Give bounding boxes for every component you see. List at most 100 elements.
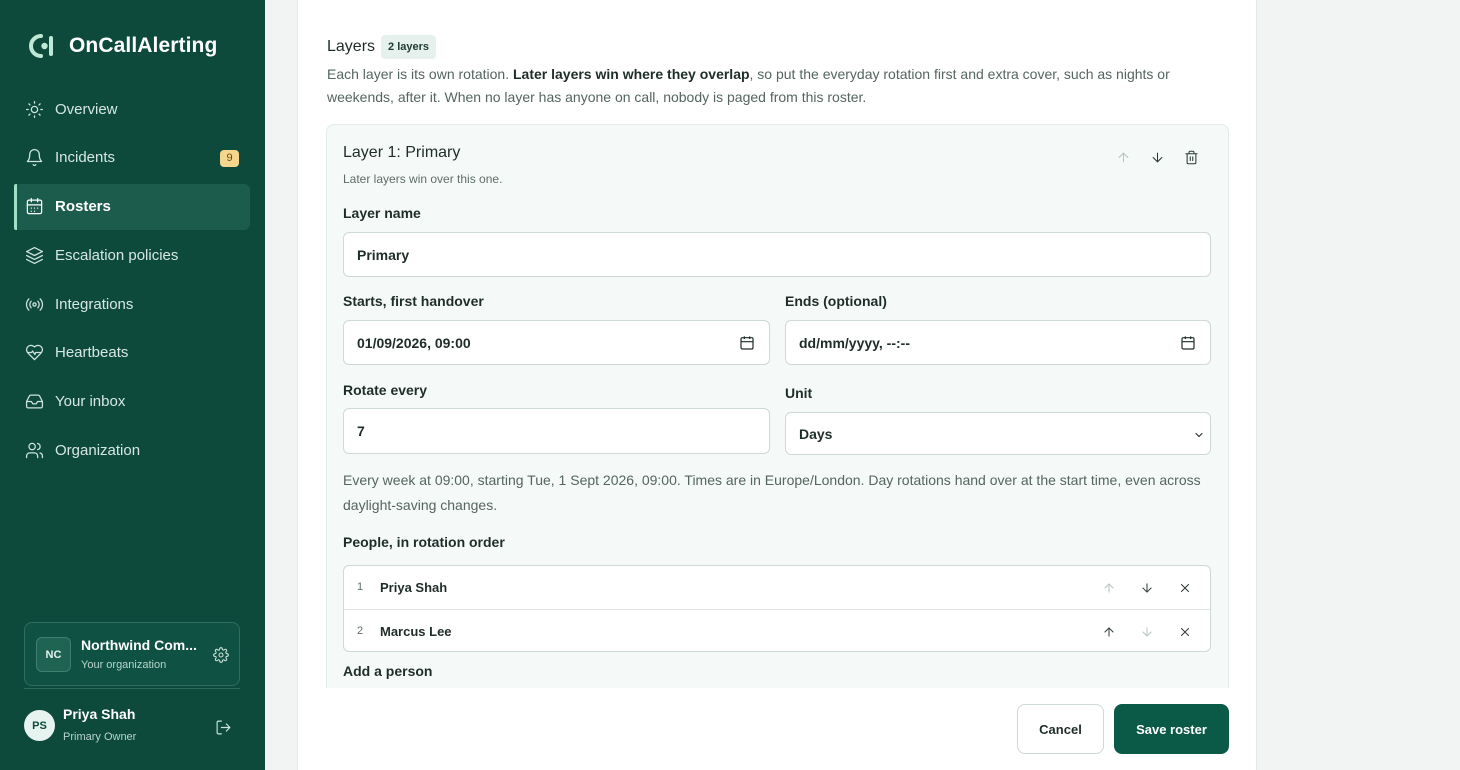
- person-order: 1: [357, 581, 364, 593]
- sidebar-item-overview[interactable]: Overview: [14, 86, 250, 132]
- layer-name-label: Layer name: [343, 205, 421, 221]
- sidebar-item-label: Overview: [55, 100, 118, 118]
- arrow-down-icon: [1152, 152, 1162, 162]
- arrow-up-icon: [1104, 626, 1114, 637]
- ends-value: dd/mm/yyyy, --:--: [799, 334, 910, 351]
- calendar-picker-icon[interactable]: [739, 335, 755, 351]
- people-list: 1 Priya Shah 2 Marcus Lee: [343, 565, 1211, 652]
- person-name: Marcus Lee: [380, 624, 452, 639]
- layer-heading: Layer 1: Primary: [343, 144, 461, 161]
- organization-switcher[interactable]: NC Northwind Com... Your organization: [24, 622, 240, 686]
- org-name: Northwind Com...: [81, 637, 197, 653]
- calendar-picker-icon[interactable]: [1180, 335, 1196, 351]
- move-person-up-button[interactable]: [1090, 578, 1128, 597]
- list-item: 2 Marcus Lee: [344, 609, 1210, 651]
- roster-editor-panel: Layers 2 layers Each layer is its own ro…: [297, 0, 1257, 770]
- sidebar-nav: Overview Incidents 9 Rosters Escalation …: [14, 86, 250, 476]
- brand[interactable]: OnCallAlerting: [24, 30, 217, 62]
- close-icon: [1181, 627, 1189, 636]
- rotation-summary: Every week at 09:00, starting Tue, 1 Sep…: [343, 472, 1201, 513]
- starts-label: Starts, first handover: [343, 293, 484, 309]
- layers-count-badge: 2 layers: [381, 35, 437, 59]
- layers-icon: [24, 245, 44, 265]
- sidebar-item-organization[interactable]: Organization: [14, 428, 250, 474]
- broadcast-icon: [24, 294, 44, 314]
- cancel-button[interactable]: Cancel: [1017, 704, 1104, 754]
- sidebar-item-label: Escalation policies: [55, 246, 179, 264]
- close-icon: [1181, 583, 1189, 592]
- intro-emphasis: Later layers win where they overlap: [512, 66, 750, 82]
- move-layer-down-button[interactable]: [1140, 147, 1174, 167]
- arrow-down-icon: [1142, 626, 1152, 637]
- layer-subheading: Later layers win over this one.: [343, 172, 503, 186]
- user-name: Priya Shah: [63, 706, 136, 722]
- arrow-up-icon: [1118, 152, 1128, 162]
- sidebar-item-escalation-policies[interactable]: Escalation policies: [14, 232, 250, 278]
- arrow-up-icon: [1104, 582, 1114, 593]
- delete-layer-button[interactable]: [1174, 147, 1208, 167]
- calendar-icon: [24, 197, 44, 217]
- org-subtitle: Your organization: [81, 659, 167, 671]
- add-person-label: Add a person: [343, 663, 433, 679]
- sidebar-item-your-inbox[interactable]: Your inbox: [14, 379, 250, 425]
- unit-value: Days: [799, 425, 833, 442]
- chevron-down-icon: [1193, 428, 1205, 440]
- person-actions: [1090, 578, 1204, 597]
- person-order: 2: [357, 625, 364, 637]
- sidebar-item-rosters[interactable]: Rosters: [14, 183, 250, 230]
- sidebar-item-label: Organization: [55, 442, 141, 460]
- gear-icon[interactable]: [213, 647, 229, 663]
- remove-person-button[interactable]: [1166, 578, 1204, 597]
- unit-select[interactable]: Days: [785, 412, 1211, 455]
- rotate-every-label: Rotate every: [343, 382, 428, 398]
- app-name: OnCallAlerting: [69, 34, 218, 57]
- ends-label: Ends (optional): [785, 293, 887, 309]
- move-person-up-button[interactable]: [1090, 622, 1128, 641]
- bell-icon: [24, 148, 44, 168]
- sidebar-item-label: Rosters: [55, 198, 111, 216]
- move-person-down-button[interactable]: [1128, 622, 1166, 641]
- app-logo-icon: [24, 31, 58, 61]
- rotate-every-input[interactable]: 7: [343, 408, 770, 454]
- sidebar-item-integrations[interactable]: Integrations: [14, 281, 250, 327]
- org-avatar: NC: [36, 637, 71, 672]
- layers-header: Layers 2 layers: [327, 35, 437, 59]
- heart-pulse-icon: [24, 343, 44, 363]
- layer-name-input[interactable]: Primary: [343, 232, 1211, 277]
- intro-text: Each layer is its own rotation.: [327, 66, 513, 82]
- sidebar-item-label: Heartbeats: [55, 344, 129, 362]
- person-actions: [1090, 622, 1204, 641]
- layer-name-value: Primary: [357, 246, 410, 263]
- user-role: Primary Owner: [63, 731, 137, 743]
- incident-count-badge: 9: [220, 149, 239, 167]
- sidebar-item-label: Integrations: [55, 295, 134, 313]
- move-layer-up-button[interactable]: [1106, 147, 1140, 167]
- list-item: 1 Priya Shah: [344, 566, 1210, 609]
- layers-title: Layers: [327, 38, 376, 55]
- people-label: People, in rotation order: [343, 534, 505, 550]
- sidebar: OnCallAlerting Overview Incidents 9 Rost…: [0, 0, 265, 770]
- layer-actions: [1106, 147, 1208, 167]
- logout-icon[interactable]: [215, 719, 232, 736]
- save-roster-button[interactable]: Save roster: [1114, 704, 1229, 754]
- arrow-down-icon: [1142, 582, 1152, 593]
- rotate-every-value: 7: [357, 423, 365, 439]
- sidebar-divider: [24, 688, 240, 689]
- sidebar-item-incidents[interactable]: Incidents 9: [14, 135, 250, 181]
- inbox-icon: [24, 392, 44, 412]
- ends-datetime-input[interactable]: dd/mm/yyyy, --:--: [785, 320, 1211, 365]
- starts-value: 01/09/2026, 09:00: [357, 334, 471, 351]
- remove-person-button[interactable]: [1166, 622, 1204, 641]
- sidebar-item-label: Incidents: [55, 149, 116, 167]
- starts-datetime-input[interactable]: 01/09/2026, 09:00: [343, 320, 770, 365]
- avatar: PS: [24, 710, 55, 741]
- move-person-down-button[interactable]: [1128, 578, 1166, 597]
- sun-icon: [24, 99, 44, 119]
- layer-card: Layer 1: Primary Later layers win over t…: [326, 124, 1229, 688]
- trash-icon: [1184, 150, 1198, 164]
- user-profile[interactable]: PS Priya Shah Primary Owner: [24, 704, 240, 748]
- users-icon: [24, 441, 44, 461]
- person-name: Priya Shah: [380, 580, 448, 595]
- unit-label: Unit: [785, 385, 813, 401]
- sidebar-item-heartbeats[interactable]: Heartbeats: [14, 330, 250, 376]
